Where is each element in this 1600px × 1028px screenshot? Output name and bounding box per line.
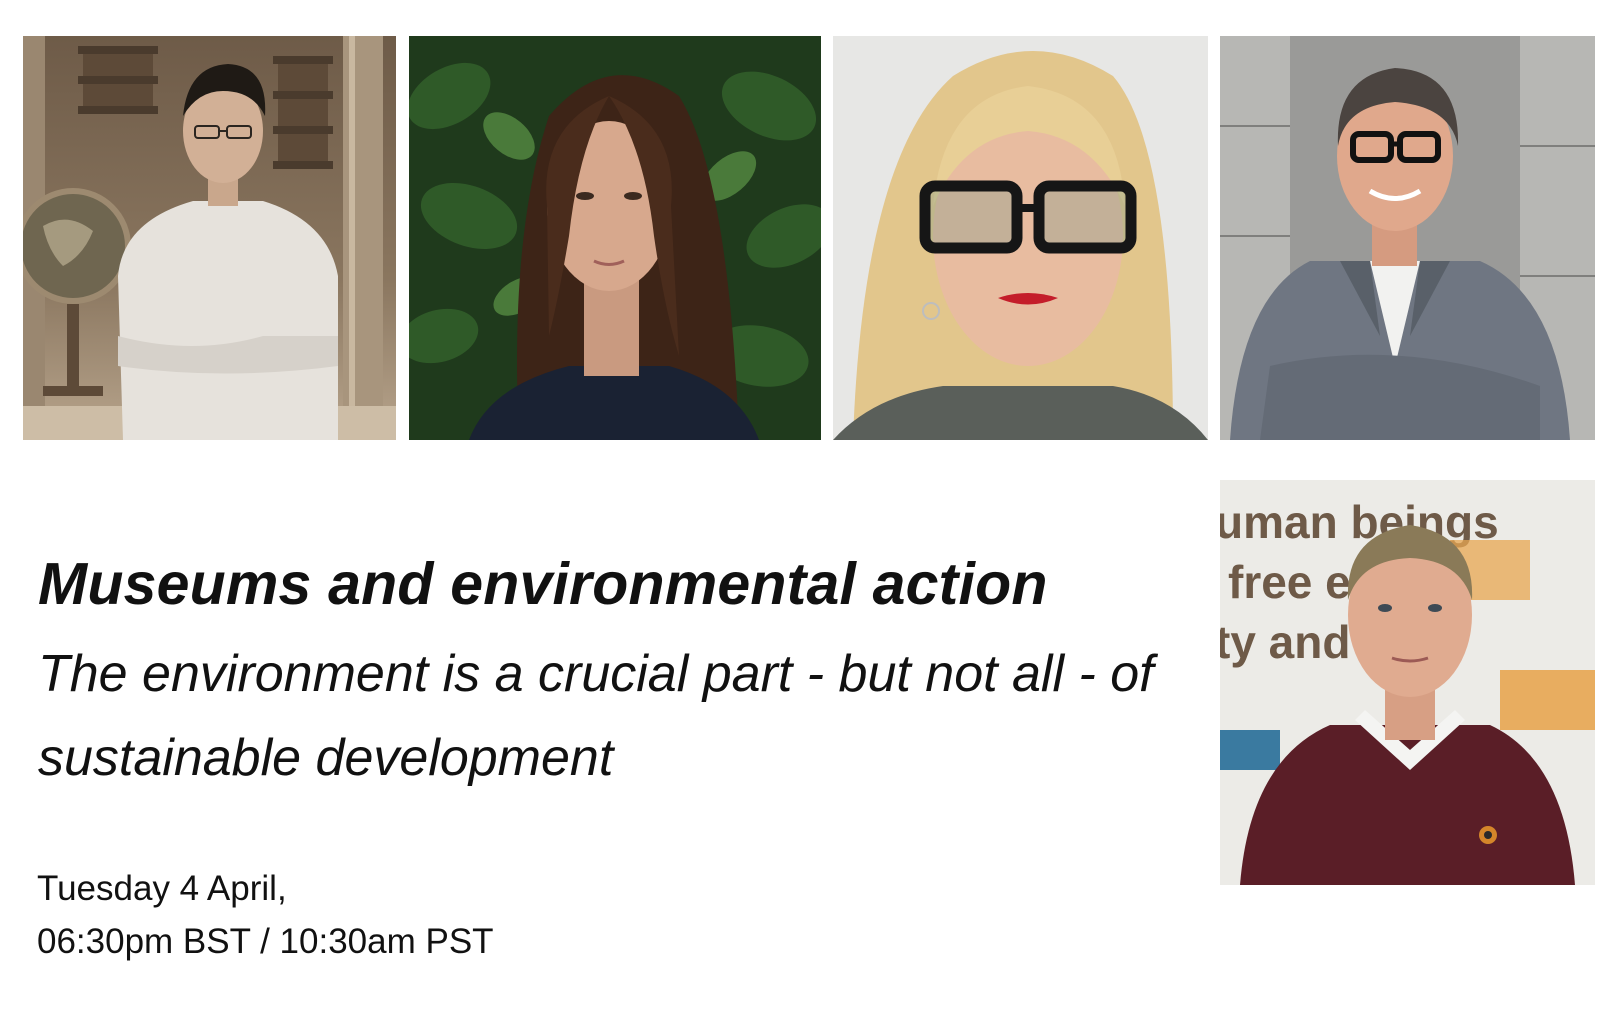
speaker-photo-2: [409, 36, 821, 440]
event-datetime: Tuesday 4 April, 06:30pm BST / 10:30am P…: [37, 862, 494, 968]
speaker-photo-3: [833, 36, 1208, 440]
speaker-photo-4: [1220, 36, 1595, 440]
speaker-photo-5: uman beings free equal ty and ts.: [1220, 480, 1595, 885]
event-time: 06:30pm BST / 10:30am PST: [37, 922, 494, 961]
speaker-photo-1: [23, 36, 396, 440]
event-subtitle: The environment is a crucial part - but …: [38, 645, 1154, 787]
event-date: Tuesday 4 April,: [37, 869, 287, 908]
event-title: Museums and environmental action: [38, 551, 1048, 617]
